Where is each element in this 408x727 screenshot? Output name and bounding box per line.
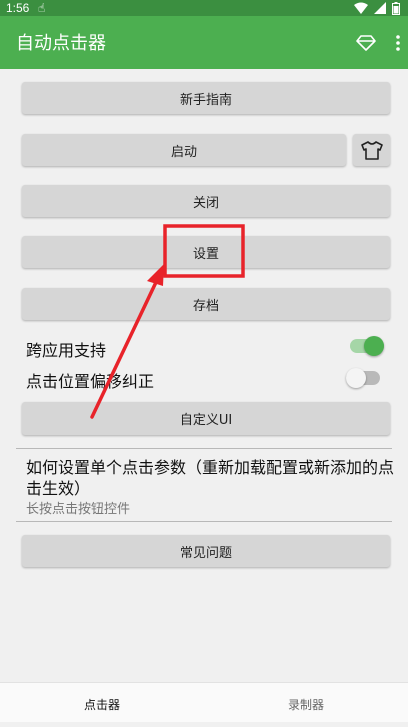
customize-ui-button[interactable]: 自定义UI xyxy=(22,402,390,435)
bottom-navigation: 点击器 录制器 xyxy=(0,682,408,722)
cross-app-support-label: 跨应用支持 xyxy=(26,341,107,360)
tip-title: 如何设置单个点击参数（重新加载配置或新添加的点击生效） xyxy=(26,458,395,498)
signal-icon xyxy=(374,2,386,14)
touch-hand-icon: ☝ xyxy=(38,1,46,15)
click-offset-correction-switch[interactable] xyxy=(346,368,380,388)
status-icons xyxy=(354,1,400,15)
cross-app-support-switch[interactable] xyxy=(350,336,384,356)
tip-subtitle: 长按点击按钮控件 xyxy=(26,502,131,517)
divider xyxy=(16,521,392,522)
nav-tab-clicker[interactable]: 点击器 xyxy=(0,683,204,722)
start-button[interactable]: 启动 xyxy=(22,134,346,166)
divider xyxy=(16,448,392,449)
switch-thumb xyxy=(346,368,366,388)
settings-button[interactable]: 设置 xyxy=(22,236,390,268)
app-title: 自动点击器 xyxy=(16,33,106,54)
battery-icon xyxy=(392,1,400,15)
click-offset-correction-label: 点击位置偏移纠正 xyxy=(26,372,155,391)
guide-button[interactable]: 新手指南 xyxy=(22,82,390,114)
app-bar: 自动点击器 xyxy=(0,16,408,69)
status-bar: 1:56 ☝ xyxy=(0,0,408,16)
status-time: 1:56 xyxy=(6,1,30,15)
faq-button[interactable]: 常见问题 xyxy=(22,535,390,567)
close-button[interactable]: 关闭 xyxy=(22,185,390,217)
switch-thumb xyxy=(364,336,384,356)
more-options-icon[interactable] xyxy=(396,34,400,51)
archive-button[interactable]: 存档 xyxy=(22,288,390,320)
shirt-icon xyxy=(360,141,383,160)
wifi-icon xyxy=(354,2,368,14)
nav-tab-recorder[interactable]: 录制器 xyxy=(204,683,408,722)
diamond-icon[interactable] xyxy=(356,34,376,51)
theme-button[interactable] xyxy=(353,134,390,166)
